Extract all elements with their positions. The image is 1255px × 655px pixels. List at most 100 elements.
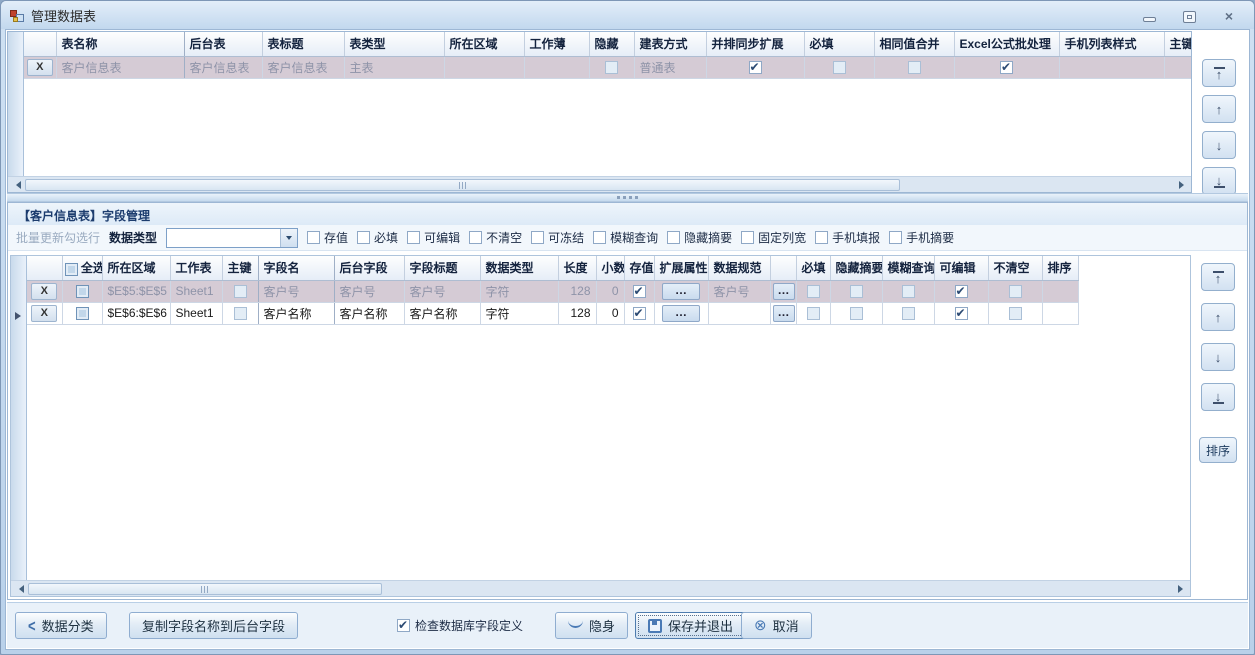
col-fuzzy-query[interactable]: 模糊查询 [882,256,934,280]
col-hide-summary[interactable]: 隐藏摘要 [830,256,882,280]
col-backend-field[interactable]: 后台字段 [334,256,404,280]
title-bar[interactable]: 管理数据表 × [1,1,1254,29]
cell-pk-duplicate[interactable] [1164,56,1191,78]
col-editable[interactable]: 可编辑 [934,256,988,280]
maximize-button[interactable] [1178,6,1200,24]
toolbar-option-mobile-summary[interactable]: 手机摘要 [889,229,954,246]
no-clear-checkbox[interactable] [1009,307,1022,320]
col-mobile-style[interactable]: 手机列表样式 [1059,32,1164,56]
cell-table-name[interactable]: 客户信息表 [56,56,184,78]
select-all-checkbox[interactable] [65,263,78,276]
col-required[interactable]: 必填 [796,256,830,280]
cell-create-mode[interactable]: 普通表 [634,56,706,78]
col-region[interactable]: 所在区域 [444,32,524,56]
toolbar-option-freezable[interactable]: 可冻结 [531,229,584,246]
col-length[interactable]: 长度 [558,256,596,280]
col-spec-picker[interactable] [770,256,796,280]
field-row[interactable]: X $E$5:$E$5 Sheet1 客户号 客户号 客户号 字符 128 0 [27,280,1078,302]
col-table-name[interactable]: 表名称 [56,32,184,56]
col-create-mode[interactable]: 建表方式 [634,32,706,56]
col-table-title[interactable]: 表标题 [262,32,344,56]
move-last-button[interactable]: ↓ [1202,167,1236,195]
col-data-spec[interactable]: 数据规范 [708,256,770,280]
editable-checkbox[interactable] [955,285,968,298]
cell-data-spec[interactable] [708,302,770,324]
hide-summary-checkbox[interactable] [850,285,863,298]
move-up-button[interactable]: ↑ [1202,95,1236,123]
sync-expand-checkbox[interactable] [749,61,762,74]
move-down-button[interactable]: ↓ [1202,131,1236,159]
cell-table-type[interactable]: 主表 [344,56,444,78]
cell-field-title[interactable]: 客户号 [404,280,480,302]
col-excel-batch[interactable]: Excel公式批处理 [954,32,1059,56]
dropdown-arrow-icon[interactable] [280,229,297,247]
toolbar-option-no-clear[interactable]: 不清空 [469,229,522,246]
col-workbook[interactable]: 工作薄 [524,32,589,56]
col-hidden[interactable]: 隐藏 [589,32,634,56]
tables-h-scrollbar[interactable] [8,176,1191,192]
required-checkbox[interactable] [807,307,820,320]
cell-length[interactable]: 128 [558,280,596,302]
row-select-checkbox[interactable] [76,307,89,320]
editable-checkbox[interactable] [955,307,968,320]
col-primary-key[interactable]: 主键 [222,256,258,280]
cell-region[interactable]: $E$6:$E$6 [102,302,170,324]
cell-length[interactable]: 128 [558,302,596,324]
required-checkbox[interactable] [807,285,820,298]
toolbar-option-editable[interactable]: 可编辑 [407,229,460,246]
scrollbar-thumb[interactable] [25,179,900,191]
scroll-right-button[interactable] [1174,581,1190,597]
toolbar-option-fixed-width[interactable]: 固定列宽 [741,229,806,246]
cell-field-name[interactable]: 客户号 [258,280,334,302]
cell-backend-field[interactable]: 客户号 [334,280,404,302]
cell-data-spec[interactable]: 客户号 [708,280,770,302]
primary-key-checkbox[interactable] [234,307,247,320]
toolbar-option-mobile-report[interactable]: 手机填报 [815,229,880,246]
check-db-fields-checkbox[interactable]: 检查数据库字段定义 [397,617,523,634]
move-down-button[interactable]: ↓ [1201,343,1235,371]
col-region[interactable]: 所在区域 [102,256,170,280]
col-store-value[interactable]: 存值 [624,256,654,280]
col-field-name[interactable]: 字段名 [258,256,334,280]
row-select-checkbox[interactable] [76,285,89,298]
move-first-button[interactable]: ↑ [1201,263,1235,291]
cell-decimals[interactable]: 0 [596,280,624,302]
spec-picker-button[interactable]: … [773,305,795,322]
col-select-all[interactable]: 全选 [62,256,102,280]
col-backend-table[interactable]: 后台表 [184,32,262,56]
merge-same-checkbox[interactable] [908,61,921,74]
cell-table-title[interactable]: 客户信息表 [262,56,344,78]
required-checkbox[interactable] [833,61,846,74]
col-sheet[interactable]: 工作表 [170,256,222,280]
col-no-clear[interactable]: 不清空 [988,256,1042,280]
save-exit-button[interactable]: 保存并退出 [635,612,746,639]
cell-decimals[interactable]: 0 [596,302,624,324]
scroll-right-button[interactable] [1175,177,1191,193]
cell-sheet[interactable]: Sheet1 [170,280,222,302]
scrollbar-thumb[interactable] [28,583,382,595]
cell-region[interactable]: $E$5:$E$5 [102,280,170,302]
excel-batch-checkbox[interactable] [1000,61,1013,74]
store-value-checkbox[interactable] [633,307,646,320]
primary-key-checkbox[interactable] [234,285,247,298]
ext-props-button[interactable]: … [662,305,700,322]
field-row[interactable]: X $E$6:$E$6 Sheet1 客户名称 客户名称 客户名称 字符 128… [27,302,1078,324]
col-pk-duplicate[interactable]: 主键重复提 [1164,32,1191,56]
fuzzy-query-checkbox[interactable] [902,285,915,298]
col-sync-expand[interactable]: 并排同步扩展 [706,32,804,56]
toolbar-option-required[interactable]: 必填 [357,229,398,246]
scroll-left-button[interactable] [11,581,27,597]
cell-sheet[interactable]: Sheet1 [170,302,222,324]
cell-region[interactable] [444,56,524,78]
panel-splitter[interactable] [7,193,1248,202]
table-row[interactable]: X 客户信息表 客户信息表 客户信息表 主表 普通表 [24,56,1191,78]
fuzzy-query-checkbox[interactable] [902,307,915,320]
close-button[interactable]: × [1218,6,1240,24]
toolbar-option-hide-summary[interactable]: 隐藏摘要 [667,229,732,246]
move-last-button[interactable]: ↓ [1201,383,1235,411]
delete-table-button[interactable]: X [27,59,53,76]
cell-field-title[interactable]: 客户名称 [404,302,480,324]
col-ext-props[interactable]: 扩展属性 [654,256,708,280]
cell-backend-table[interactable]: 客户信息表 [184,56,262,78]
data-category-button[interactable]: < 数据分类 [15,612,107,639]
